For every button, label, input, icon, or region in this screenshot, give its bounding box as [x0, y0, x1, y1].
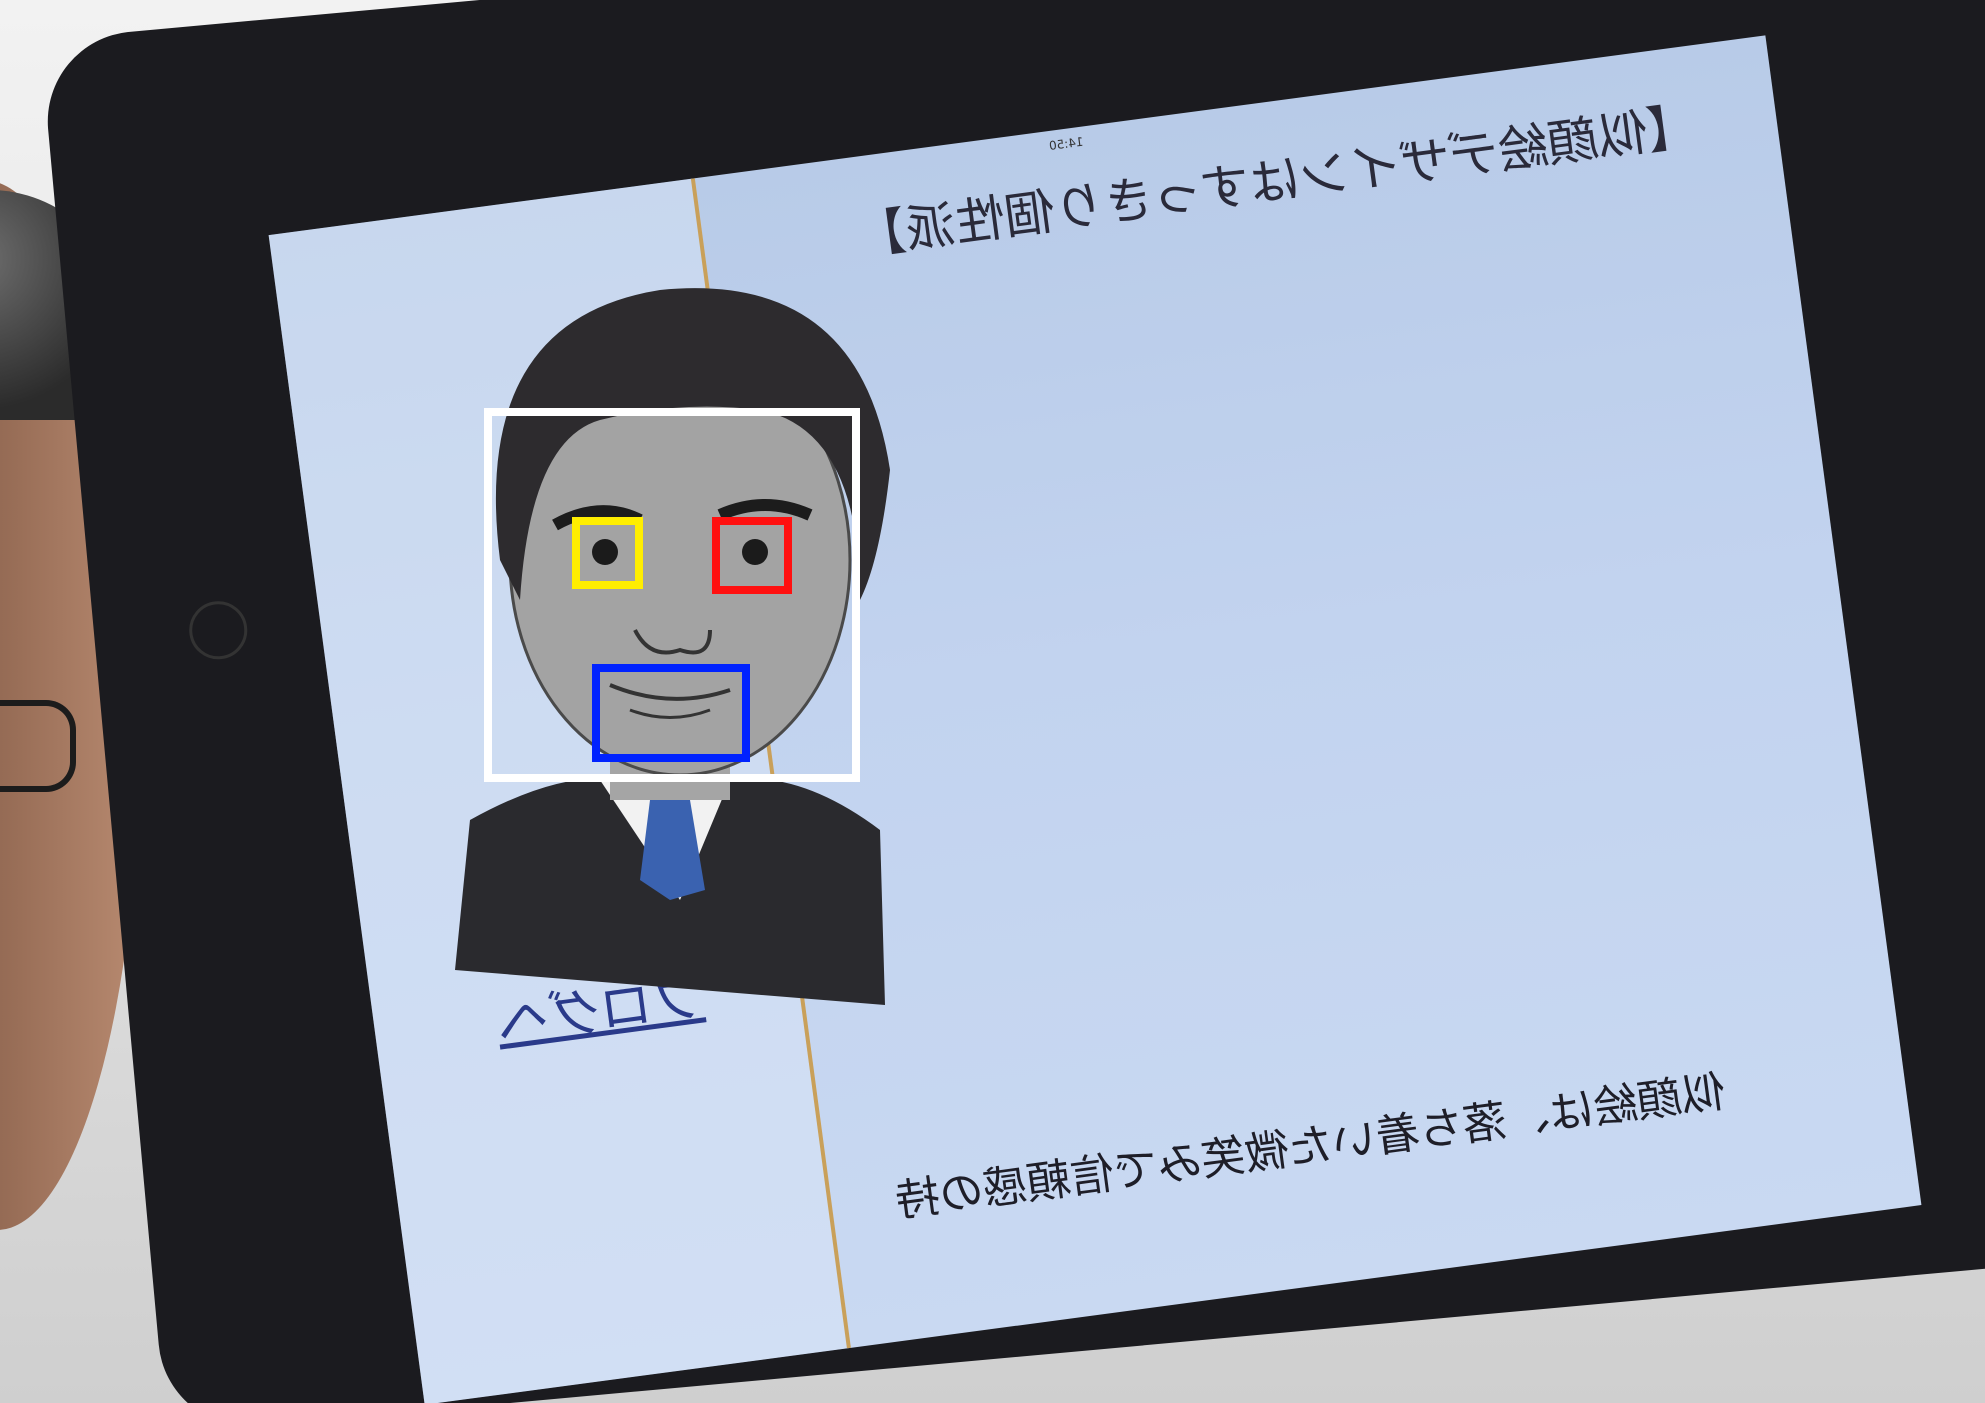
right-eye-detection-box — [712, 517, 792, 594]
photo-scene: 14:50 【似顔絵デザインはすっきり個性派】 似顔絵は、落ち着いた微笑みで信頼… — [0, 0, 1985, 1403]
caricature-portrait — [455, 288, 890, 1005]
mouth-detection-box — [592, 664, 750, 762]
left-eye-detection-box — [572, 517, 643, 589]
